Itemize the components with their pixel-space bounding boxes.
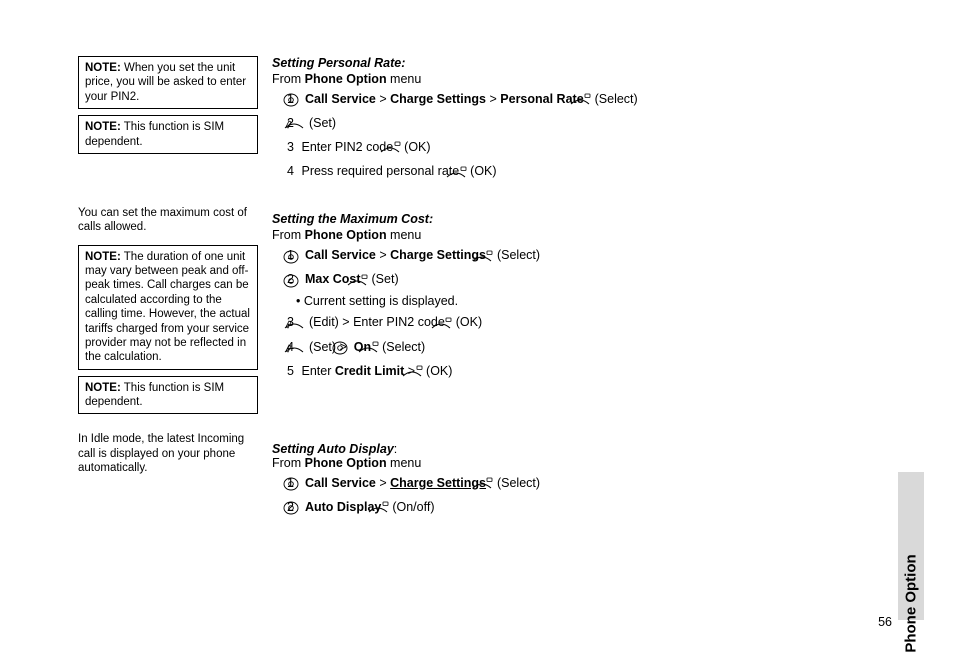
action-suffix: (OK)	[470, 164, 496, 178]
softkey-icon	[419, 362, 423, 381]
softkey-icon	[489, 474, 493, 493]
note-label: NOTE:	[85, 251, 121, 263]
side-para-idle: In Idle mode, the latest Incoming call i…	[78, 432, 258, 475]
text: menu	[387, 456, 422, 470]
text-bold: Phone Option	[305, 228, 387, 242]
text: menu	[387, 228, 422, 242]
action-suffix: (Set)	[309, 116, 336, 130]
text: (Edit) > Enter PIN2 code	[309, 315, 448, 329]
from-line: From Phone Option menu	[272, 456, 752, 470]
softkey-icon	[448, 314, 452, 333]
text: From	[272, 228, 305, 242]
text-bold: Phone Option	[305, 456, 387, 470]
heading-personal-rate: Setting Personal Rate:	[272, 56, 752, 70]
softkey-icon	[463, 163, 467, 182]
step-2: 2 Max Cost (Set)	[272, 270, 752, 289]
action-suffix: (OK)	[404, 140, 430, 154]
step-2: 2 (Set)	[272, 114, 752, 133]
page: NOTE: When you set the unit price, you w…	[78, 56, 878, 522]
note-box-sim-2: NOTE: This function is SIM dependent.	[78, 376, 258, 415]
softkey-icon	[587, 90, 591, 109]
step-num: 3	[282, 138, 294, 157]
text: Enter	[301, 364, 334, 378]
pen-icon	[301, 314, 305, 333]
note-label: NOTE:	[85, 62, 121, 74]
heading-auto-display: Setting Auto Display	[272, 442, 394, 456]
text: From	[272, 72, 305, 86]
note-box-sim-1: NOTE: This function is SIM dependent.	[78, 115, 258, 154]
note-box-pin2: NOTE: When you set the unit price, you w…	[78, 56, 258, 109]
action-suffix: (Set)	[372, 272, 399, 286]
softkey-icon	[385, 498, 389, 517]
sub-bullet: • Current setting is displayed.	[306, 294, 752, 308]
gt: >	[379, 248, 386, 262]
step-num: 4	[282, 162, 294, 181]
note-label: NOTE:	[85, 382, 121, 394]
note-text: The duration of one unit may vary betwee…	[85, 251, 250, 364]
from-line: From Phone Option menu	[272, 228, 752, 242]
step-4: 4 (Set) > On (Select)	[272, 338, 752, 357]
action-suffix: (Select)	[497, 248, 540, 262]
gt: >	[489, 92, 496, 106]
action-suffix: (Select)	[497, 476, 540, 490]
step-3: 3 (Edit) > Enter PIN2 code (OK)	[272, 313, 752, 332]
action-suffix: (On/off)	[392, 500, 434, 514]
text-bold: Call Service	[305, 248, 376, 262]
section-tab: Phone Option	[898, 472, 924, 620]
step-4: 4 Press required personal rate (OK)	[272, 162, 752, 181]
action-suffix: (OK)	[426, 364, 452, 378]
text-bold: Charge Settings	[390, 92, 486, 106]
gt: >	[379, 92, 386, 106]
pen-icon	[301, 338, 305, 357]
heading-max-cost: Setting the Maximum Cost:	[272, 212, 752, 226]
step-num: 5	[282, 362, 294, 381]
gt: >	[379, 476, 386, 490]
pen-icon	[301, 114, 305, 133]
page-number: 56	[878, 615, 892, 629]
step-1: 1 Call Service > Charge Settings > Perso…	[272, 90, 752, 109]
action-suffix: (Select)	[382, 340, 425, 354]
text-bold: Call Service	[305, 92, 376, 106]
step-5: 5 Enter Credit Limit > (OK)	[272, 362, 752, 381]
sidebar-column: NOTE: When you set the unit price, you w…	[78, 56, 258, 486]
main-column: Setting Personal Rate: From Phone Option…	[272, 56, 752, 522]
heading-auto-display-line: Setting Auto Display:	[272, 442, 752, 456]
text: Press required personal rate	[301, 164, 462, 178]
text-bold: Phone Option	[305, 72, 387, 86]
note-box-duration: NOTE: The duration of one unit may vary …	[78, 245, 258, 370]
step-1: 1 Call Service > Charge Settings (Select…	[272, 246, 752, 265]
action-suffix: (OK)	[456, 315, 482, 329]
text: menu	[387, 72, 422, 86]
softkey-icon	[397, 138, 401, 157]
softkey-icon	[489, 247, 493, 266]
action-suffix: (Select)	[595, 92, 638, 106]
text: From	[272, 456, 305, 470]
colon: :	[394, 442, 397, 456]
softkey-icon	[375, 338, 379, 357]
section-tab-label: Phone Option	[903, 554, 920, 652]
step-3: 3 Enter PIN2 code (OK)	[272, 138, 752, 157]
from-line: From Phone Option menu	[272, 72, 752, 86]
side-para-maxcost: You can set the maximum cost of calls al…	[78, 206, 258, 235]
step-2: 2 Auto Display (On/off)	[272, 498, 752, 517]
note-label: NOTE:	[85, 121, 121, 133]
softkey-icon	[364, 271, 368, 290]
step-1: 1 Call Service > Charge Settings (Select…	[272, 474, 752, 493]
text-bold: Call Service	[305, 476, 376, 490]
text-bold: Credit Limit	[335, 364, 404, 378]
